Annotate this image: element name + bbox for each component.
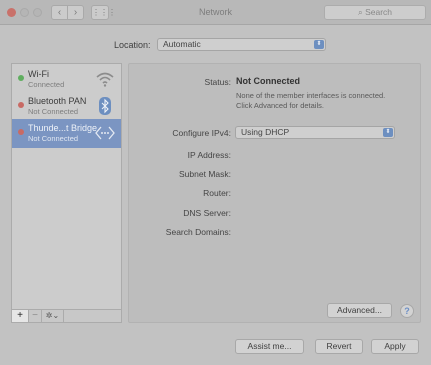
service-status: Not Connected	[28, 134, 79, 143]
ip-address-label: IP Address:	[187, 150, 231, 160]
dns-server-label: DNS Server:	[183, 208, 231, 218]
advanced-button[interactable]: Advanced...	[327, 303, 392, 318]
service-item-wifi[interactable]: Wi-Fi Connected	[12, 65, 121, 94]
help-button[interactable]: ?	[400, 304, 414, 318]
assist-me-button[interactable]: Assist me...	[235, 339, 304, 354]
status-dot-not-connected	[18, 102, 24, 108]
gear-menu-button[interactable]: ✲⌄	[42, 310, 64, 322]
service-list-toolbar: + − ✲⌄	[11, 309, 122, 323]
service-name: Thunde...t Bridge	[28, 123, 98, 133]
service-list: Wi-Fi Connected Bluetooth PAN Not Connec…	[11, 63, 122, 313]
title-bar: ‹ › ⋮⋮⋮ Network ⌕ Search	[0, 0, 431, 25]
search-placeholder: Search	[365, 7, 393, 17]
router-label: Router:	[203, 188, 231, 198]
location-value: Automatic	[163, 39, 201, 49]
configure-ipv4-label: Configure IPv4:	[172, 128, 231, 138]
status-dot-not-connected	[18, 129, 24, 135]
location-select[interactable]: Automatic ⬍	[157, 38, 326, 51]
remove-service-button[interactable]: −	[29, 310, 42, 322]
status-description-line: None of the member interfaces is connect…	[236, 91, 386, 100]
service-item-bluetooth-pan[interactable]: Bluetooth PAN Not Connected	[12, 92, 121, 121]
search-domains-label: Search Domains:	[165, 227, 231, 237]
add-service-button[interactable]: +	[12, 310, 29, 322]
status-description: None of the member interfaces is connect…	[236, 91, 406, 110]
search-input[interactable]: ⌕ Search	[324, 5, 426, 20]
revert-button[interactable]: Revert	[315, 339, 363, 354]
configure-ipv4-select[interactable]: Using DHCP ⬍	[235, 126, 395, 139]
status-label: Status:	[204, 77, 231, 87]
bluetooth-icon	[99, 97, 111, 115]
service-name: Bluetooth PAN	[28, 96, 87, 106]
network-preferences-window: ‹ › ⋮⋮⋮ Network ⌕ Search Location: Autom…	[0, 0, 431, 365]
status-dot-connected	[18, 75, 24, 81]
service-name: Wi-Fi	[28, 69, 49, 79]
configure-ipv4-value: Using DHCP	[241, 127, 290, 137]
apply-button[interactable]: Apply	[371, 339, 419, 354]
select-arrows-icon: ⬍	[383, 128, 393, 137]
subnet-mask-label: Subnet Mask:	[179, 169, 231, 179]
select-arrows-icon: ⬍	[314, 40, 324, 49]
wifi-icon	[96, 72, 114, 87]
service-status: Not Connected	[28, 107, 79, 116]
thunderbolt-bridge-icon	[95, 126, 115, 140]
gear-icon: ✲⌄	[45, 311, 60, 320]
service-status: Connected	[28, 80, 65, 89]
status-value: Not Connected	[236, 76, 300, 86]
location-label: Location:	[114, 40, 151, 50]
status-description-line: Click Advanced for details.	[236, 100, 324, 110]
service-item-thunderbolt-bridge[interactable]: Thunde...t Bridge Not Connected	[12, 119, 121, 148]
search-icon: ⌕	[357, 7, 363, 17]
